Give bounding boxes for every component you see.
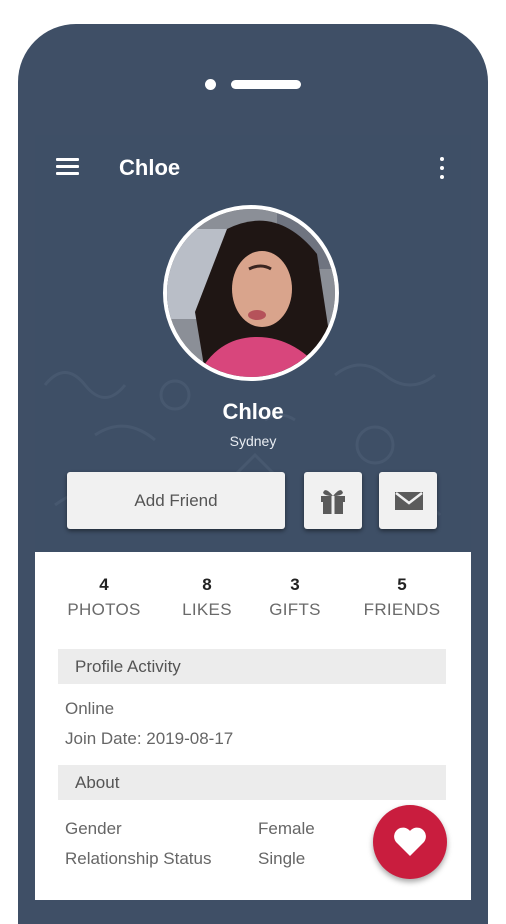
profile-header: Chloe Chloe Sydney Add Friend xyxy=(35,135,471,552)
stat-photos[interactable]: 4 PHOTOS xyxy=(54,575,154,620)
avatar[interactable] xyxy=(163,205,339,381)
stat-friends[interactable]: 5 FRIENDS xyxy=(352,575,452,620)
stat-count: 8 xyxy=(202,575,212,594)
stat-likes[interactable]: 8 LIKES xyxy=(157,575,257,620)
about-header: About xyxy=(58,765,446,800)
stat-count: 5 xyxy=(397,575,407,594)
stat-label: PHOTOS xyxy=(67,600,141,619)
join-date: Join Date: 2019-08-17 xyxy=(65,729,234,748)
stat-label: LIKES xyxy=(182,600,232,619)
camera-dot xyxy=(205,79,216,90)
gender-value: Female xyxy=(258,819,315,838)
add-friend-button[interactable]: Add Friend xyxy=(67,472,285,529)
more-vertical-icon[interactable] xyxy=(433,155,451,181)
message-button[interactable] xyxy=(379,472,437,529)
relationship-status-value: Single xyxy=(258,849,306,868)
heart-icon xyxy=(394,827,426,856)
stat-label: FRIENDS xyxy=(363,600,441,619)
stat-gifts[interactable]: 3 GIFTS xyxy=(245,575,345,620)
app-bar-title: Chloe xyxy=(119,155,181,180)
hamburger-menu-icon[interactable] xyxy=(55,155,81,179)
stat-count: 4 xyxy=(99,575,109,594)
profile-activity-header: Profile Activity xyxy=(58,649,446,684)
profile-stats: 4 PHOTOS 8 LIKES 3 GIFTS 5 FRIENDS xyxy=(35,575,471,635)
speaker-grille xyxy=(231,80,301,89)
stat-count: 3 xyxy=(290,575,300,594)
relationship-status-label: Relationship Status xyxy=(65,849,212,868)
online-status: Online xyxy=(65,699,115,718)
gift-button[interactable] xyxy=(304,472,362,529)
profile-location: Sydney xyxy=(229,433,277,449)
profile-name: Chloe xyxy=(222,399,284,424)
app-bar: Chloe xyxy=(35,135,471,199)
stat-label: GIFTS xyxy=(269,600,321,619)
like-fab-button[interactable] xyxy=(373,805,447,879)
mail-icon xyxy=(395,492,423,510)
gender-label: Gender xyxy=(65,819,122,838)
app-screen: Chloe Chloe Sydney Add Friend 4 PHOTOS 8… xyxy=(35,135,471,900)
profile-photo xyxy=(167,209,335,377)
gift-icon xyxy=(321,490,345,514)
